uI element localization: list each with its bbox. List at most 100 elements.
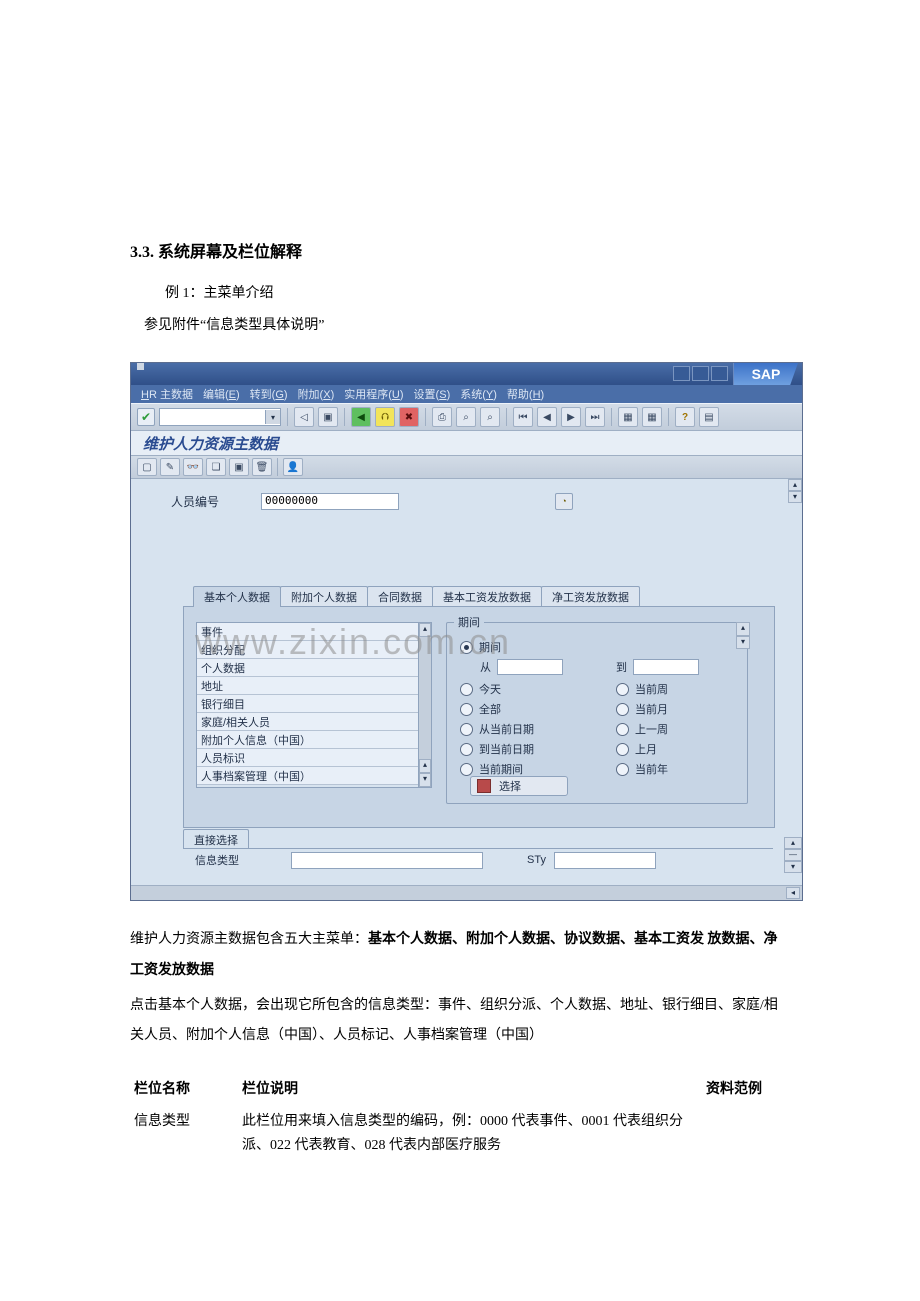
radio-today[interactable] xyxy=(460,683,473,696)
field-description-table: 栏位名称 栏位说明 资料范例 信息类型 此栏位用来填入信息类型的编码，例：000… xyxy=(130,1072,790,1164)
overview-button[interactable]: 👤 xyxy=(283,458,303,476)
list-scrollbar[interactable]: ▴ ▴ ▾ xyxy=(418,622,432,788)
radio-to-current-date-label: 到当前日期 xyxy=(479,741,534,757)
application-toolbar: ▢ ✎ 👓 ❏ ▣ 🗑 👤 xyxy=(131,456,802,479)
list-item-personnel-file-cn[interactable]: 人事档案管理（中国） xyxy=(197,767,431,785)
employee-search-help-button[interactable]: ◔ xyxy=(555,493,573,510)
list-item-bank-details[interactable]: 银行细目 xyxy=(197,695,431,713)
radio-last-month-label: 上月 xyxy=(635,741,657,757)
menu-settings[interactable]: 设置(S) xyxy=(414,386,451,402)
scroll-down-icon[interactable]: ▾ xyxy=(784,861,802,873)
tab-body: 事件 组织分配 个人数据 地址 银行细目 家庭/相关人员 附加个人信息（中国） … xyxy=(183,606,775,828)
period-scrollbar[interactable]: ▴ ▾ xyxy=(736,622,750,649)
radio-last-week[interactable] xyxy=(616,723,629,736)
scroll-down-icon[interactable]: ▾ xyxy=(736,636,750,650)
radio-current-year[interactable] xyxy=(616,763,629,776)
list-item-personnel-id[interactable]: 人员标识 xyxy=(197,749,431,767)
list-item-org-assignment[interactable]: 组织分配 xyxy=(197,641,431,659)
scroll-left-icon[interactable]: ◂ xyxy=(786,887,800,899)
tab-basic-pay-data[interactable]: 基本工资发放数据 xyxy=(432,586,542,607)
screen-title: 维护人力资源主数据 xyxy=(143,433,278,454)
copy-button[interactable]: ❏ xyxy=(206,458,226,476)
back-button[interactable]: ◁ xyxy=(294,407,314,427)
cancel-button[interactable]: ✖ xyxy=(399,407,419,427)
menu-goto[interactable]: 转到(G) xyxy=(250,386,288,402)
para-example-1: 例 1：主菜单介绍 xyxy=(130,280,790,308)
menu-hr-master[interactable]: HR 主数据 xyxy=(141,386,193,402)
menu-extras[interactable]: 附加(X) xyxy=(298,386,335,402)
exit-button[interactable]: ⮉ xyxy=(375,407,395,427)
th-field-example: 资料范例 xyxy=(702,1072,790,1104)
menu-utilities[interactable]: 实用程序(U) xyxy=(344,386,403,402)
scroll-down-icon[interactable]: ▾ xyxy=(788,491,802,503)
menu-help[interactable]: 帮助(H) xyxy=(507,386,544,402)
create-button[interactable]: ▢ xyxy=(137,458,157,476)
radio-period[interactable] xyxy=(460,641,473,654)
change-button[interactable]: ✎ xyxy=(160,458,180,476)
list-item-event[interactable]: 事件 xyxy=(197,623,431,641)
infotype-input[interactable] xyxy=(291,852,483,869)
tab-additional-personal-data[interactable]: 附加个人数据 xyxy=(280,586,368,607)
list-item-personal-data[interactable]: 个人数据 xyxy=(197,659,431,677)
status-bar: ◂ xyxy=(131,885,802,900)
tab-net-pay-data[interactable]: 净工资发放数据 xyxy=(541,586,640,607)
radio-from-current-date[interactable] xyxy=(460,723,473,736)
period-select-button[interactable]: 选择 xyxy=(470,776,568,796)
enter-button[interactable]: ✔ xyxy=(137,408,155,426)
print-button[interactable]: ⎙ xyxy=(432,407,452,427)
radio-to-current-date[interactable] xyxy=(460,743,473,756)
scroll-up-icon[interactable]: ▴ xyxy=(788,479,802,491)
find-button[interactable]: ⌕ xyxy=(456,407,476,427)
employee-number-input[interactable]: 00000000 xyxy=(261,493,399,510)
list-item-address[interactable]: 地址 xyxy=(197,677,431,695)
last-page-button[interactable]: ⏭ xyxy=(585,407,605,427)
window-notch xyxy=(137,363,144,370)
para-see-attachment: 参见附件“信息类型具体说明” xyxy=(130,312,790,340)
window-minimize-button[interactable] xyxy=(673,366,690,381)
menu-system[interactable]: 系统(Y) xyxy=(460,386,497,402)
scroll-down-icon[interactable]: ▾ xyxy=(419,773,431,787)
command-field[interactable]: ▾ xyxy=(159,408,281,426)
tab-contract-data[interactable]: 合同数据 xyxy=(367,586,433,607)
first-page-button[interactable]: ⏮ xyxy=(513,407,533,427)
tabstrip: 基本个人数据 附加个人数据 合同数据 基本工资发放数据 净工资发放数据 xyxy=(193,587,748,607)
radio-last-month[interactable] xyxy=(616,743,629,756)
scroll-up-icon[interactable]: ▴ xyxy=(784,837,802,849)
sap-logo: SAP xyxy=(733,363,798,385)
display-button[interactable]: 👓 xyxy=(183,458,203,476)
radio-all[interactable] xyxy=(460,703,473,716)
delete-button[interactable]: 🗑 xyxy=(252,458,272,476)
scroll-up-icon[interactable]: ▴ xyxy=(419,623,431,637)
tab-basic-personal-data[interactable]: 基本个人数据 xyxy=(193,586,281,607)
shortcut-button[interactable]: ▦ xyxy=(642,407,662,427)
prev-page-button[interactable]: ◀ xyxy=(537,407,557,427)
menu-edit[interactable]: 编辑(E) xyxy=(203,386,240,402)
window-close-button[interactable] xyxy=(711,366,728,381)
radio-current-week[interactable] xyxy=(616,683,629,696)
delimit-button[interactable]: ▣ xyxy=(229,458,249,476)
new-session-button[interactable]: ▦ xyxy=(618,407,638,427)
layout-button[interactable]: ▤ xyxy=(699,407,719,427)
back-green-button[interactable]: ◀ xyxy=(351,407,371,427)
next-page-button[interactable]: ▶ xyxy=(561,407,581,427)
window-maximize-button[interactable] xyxy=(692,366,709,381)
sty-input[interactable] xyxy=(554,852,656,869)
list-item-family-related[interactable]: 家庭/相关人员 xyxy=(197,713,431,731)
period-select-button-label: 选择 xyxy=(499,778,521,794)
scroll-mid-icon[interactable]: — xyxy=(784,849,802,861)
scroll-up-icon[interactable]: ▴ xyxy=(736,622,750,636)
command-field-dropdown-icon[interactable]: ▾ xyxy=(265,410,280,424)
td-field-name: 信息类型 xyxy=(130,1104,238,1164)
to-date-input[interactable] xyxy=(633,659,699,675)
th-field-name: 栏位名称 xyxy=(130,1072,238,1104)
scroll-up-icon[interactable]: ▴ xyxy=(419,759,431,773)
list-item-additional-personal-cn[interactable]: 附加个人信息（中国） xyxy=(197,731,431,749)
find-next-button[interactable]: ⌕ xyxy=(480,407,500,427)
radio-current-month[interactable] xyxy=(616,703,629,716)
tab-direct-selection[interactable]: 直接选择 xyxy=(183,829,249,850)
save-button[interactable]: ▣ xyxy=(318,407,338,427)
outer-scrollbar[interactable]: ▴ ▾ xyxy=(788,479,802,885)
radio-current-period[interactable] xyxy=(460,763,473,776)
from-date-input[interactable] xyxy=(497,659,563,675)
help-button[interactable]: ? xyxy=(675,407,695,427)
